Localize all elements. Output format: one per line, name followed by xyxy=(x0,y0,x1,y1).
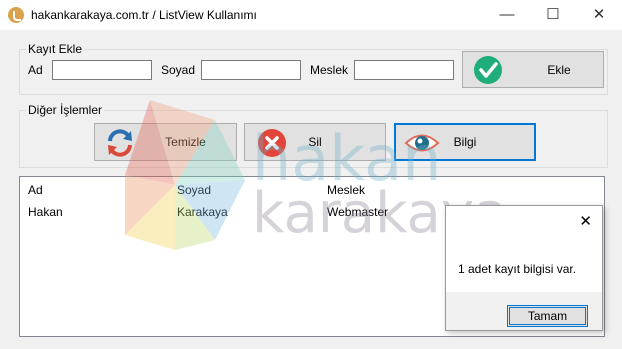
soyad-label: Soyad xyxy=(161,63,196,77)
cell-meslek: Webmaster xyxy=(327,205,389,219)
bilgi-button[interactable]: Bilgi xyxy=(394,123,536,161)
column-header-meslek[interactable]: Meslek xyxy=(327,183,365,197)
ekle-button[interactable]: Ekle xyxy=(462,51,604,88)
dialog-message: 1 adet kayıt bilgisi var. xyxy=(458,262,577,276)
meslek-label: Meslek xyxy=(310,63,349,77)
maximize-button[interactable]: ☐ xyxy=(530,0,576,30)
meslek-input[interactable] xyxy=(354,60,454,80)
bilgi-label: Bilgi xyxy=(453,135,477,149)
tamam-button[interactable]: Tamam xyxy=(507,305,588,327)
temizle-label: Temizle xyxy=(165,135,206,149)
sil-label: Sil xyxy=(308,135,322,149)
cell-ad: Hakan xyxy=(28,205,63,219)
app-icon xyxy=(8,7,24,23)
kayit-ekle-legend: Kayıt Ekle xyxy=(26,42,85,56)
sil-button[interactable]: Sil xyxy=(244,123,386,161)
message-dialog: ✕ 1 adet kayıt bilgisi var. Tamam xyxy=(445,205,603,331)
column-header-ad[interactable]: Ad xyxy=(28,183,43,197)
cell-soyad: Karakaya xyxy=(177,205,228,219)
soyad-input[interactable] xyxy=(201,60,301,80)
window-title: hakankarakaya.com.tr / ListView Kullanım… xyxy=(31,8,257,22)
ad-label: Ad xyxy=(28,63,43,77)
column-header-soyad[interactable]: Soyad xyxy=(177,183,211,197)
ekle-label: Ekle xyxy=(547,62,571,77)
ad-input[interactable] xyxy=(52,60,152,80)
minimize-button[interactable]: — xyxy=(484,0,530,30)
dialog-close-button[interactable]: ✕ xyxy=(579,212,592,230)
title-bar[interactable]: hakankarakaya.com.tr / ListView Kullanım… xyxy=(0,0,622,30)
temizle-button[interactable]: Temizle xyxy=(94,123,237,161)
close-button[interactable]: ✕ xyxy=(576,0,622,30)
diger-islemler-legend: Diğer İşlemler xyxy=(26,103,105,117)
